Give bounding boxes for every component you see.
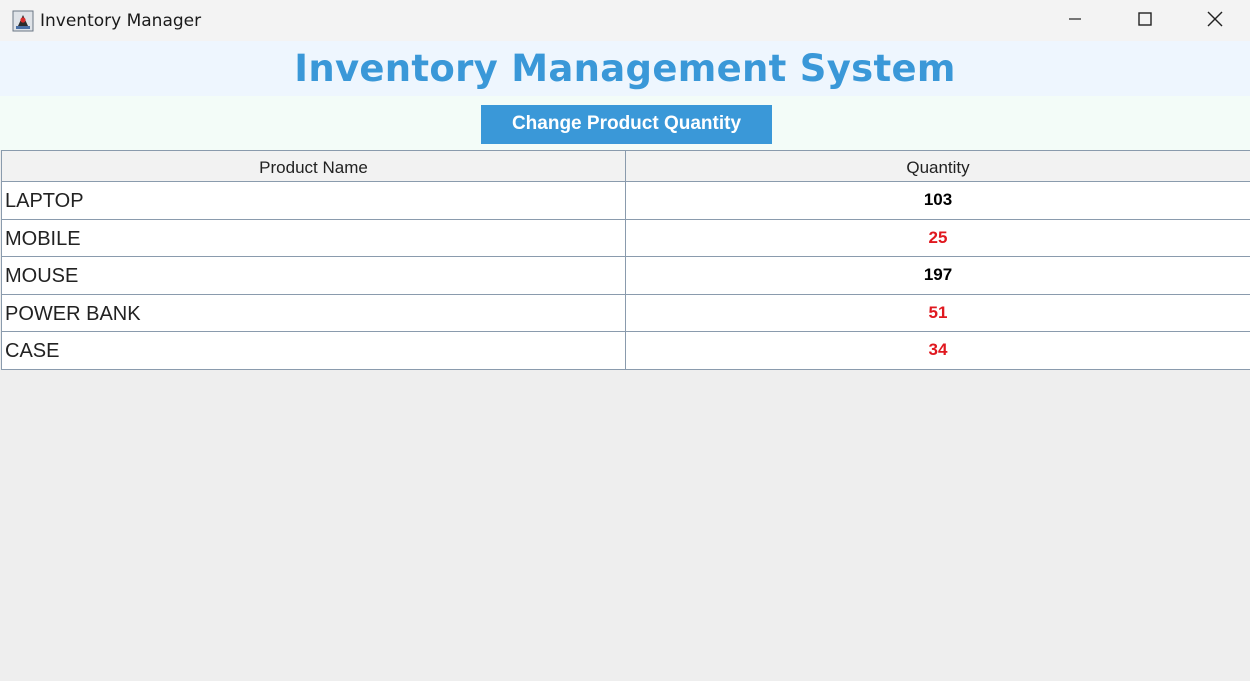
table-row[interactable]: POWER BANK 51 bbox=[1, 293, 1250, 332]
column-header-quantity[interactable]: Quantity bbox=[625, 150, 1250, 182]
minimize-button[interactable] bbox=[1040, 0, 1110, 41]
window-title: Inventory Manager bbox=[40, 10, 202, 31]
close-icon bbox=[1206, 10, 1224, 32]
close-button[interactable] bbox=[1180, 0, 1250, 41]
quantity-cell[interactable]: 25 bbox=[625, 218, 1250, 257]
quantity-cell[interactable]: 34 bbox=[625, 331, 1250, 370]
minimize-icon bbox=[1067, 11, 1083, 31]
java-duke-icon bbox=[11, 9, 35, 33]
app-header: Inventory Management System bbox=[0, 41, 1250, 96]
product-name-cell[interactable]: LAPTOP bbox=[1, 181, 626, 220]
maximize-icon bbox=[1137, 11, 1153, 31]
inventory-table: Product Name Quantity LAPTOP 103 MOBILE … bbox=[1, 150, 1250, 370]
page-title: Inventory Management System bbox=[294, 47, 956, 90]
quantity-cell[interactable]: 51 bbox=[625, 293, 1250, 332]
table-row[interactable]: MOBILE 25 bbox=[1, 218, 1250, 257]
inventory-table-container: Product Name Quantity LAPTOP 103 MOBILE … bbox=[1, 150, 1250, 370]
maximize-button[interactable] bbox=[1110, 0, 1180, 41]
toolbar: Change Product Quantity bbox=[0, 96, 1250, 150]
table-row[interactable]: LAPTOP 103 bbox=[1, 181, 1250, 220]
title-bar[interactable]: Inventory Manager bbox=[0, 0, 1250, 41]
product-name-cell[interactable]: MOBILE bbox=[1, 218, 626, 257]
column-header-product-name[interactable]: Product Name bbox=[1, 150, 626, 182]
quantity-cell[interactable]: 103 bbox=[625, 181, 1250, 220]
table-row[interactable]: MOUSE 197 bbox=[1, 256, 1250, 295]
product-name-cell[interactable]: CASE bbox=[1, 331, 626, 370]
product-name-cell[interactable]: MOUSE bbox=[1, 256, 626, 295]
change-product-quantity-button[interactable]: Change Product Quantity bbox=[481, 104, 772, 144]
quantity-cell[interactable]: 197 bbox=[625, 256, 1250, 295]
table-header-row: Product Name Quantity bbox=[1, 150, 1250, 182]
table-row[interactable]: CASE 34 bbox=[1, 331, 1250, 370]
product-name-cell[interactable]: POWER BANK bbox=[1, 293, 626, 332]
app-window: Inventory Manager Inventory Management S… bbox=[0, 0, 1250, 681]
window-controls bbox=[1040, 0, 1250, 41]
